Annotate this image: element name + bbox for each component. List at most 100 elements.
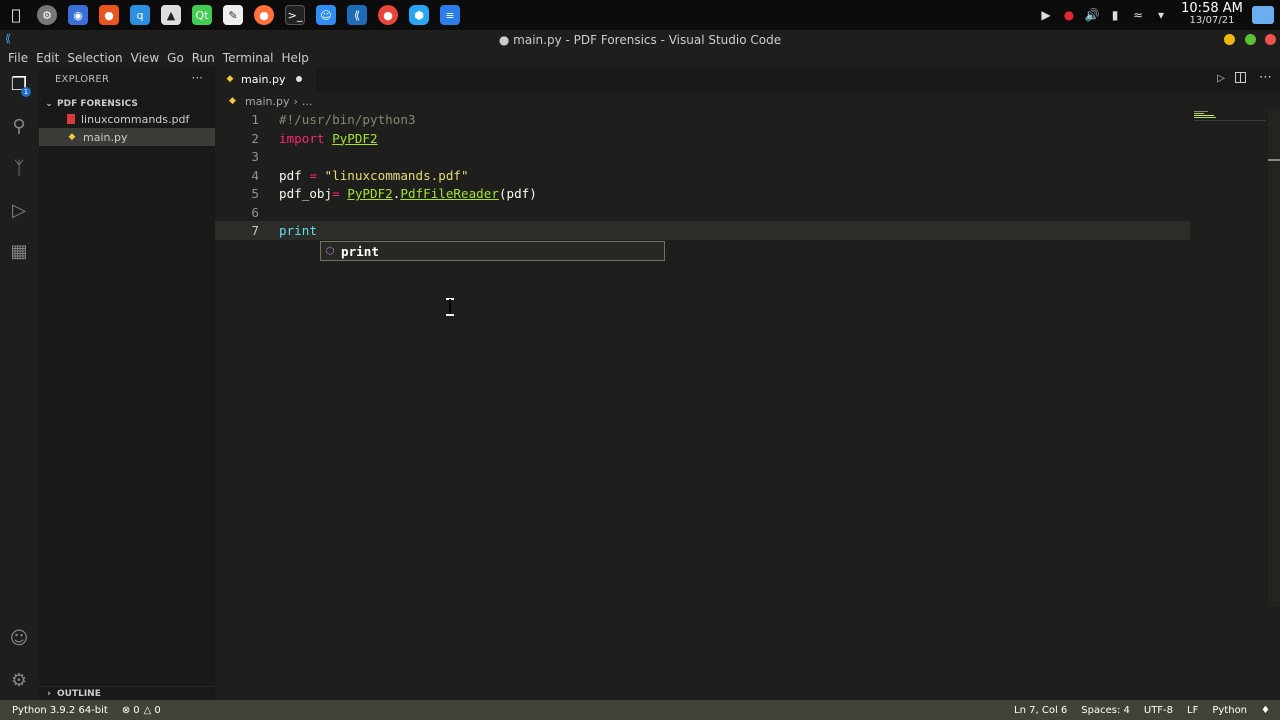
notifications-bell-icon[interactable]: ♦ xyxy=(1261,705,1270,716)
code-token: = xyxy=(309,167,317,183)
python-file-icon: ◆ xyxy=(229,96,236,106)
chevron-down-icon[interactable]: ▾ xyxy=(1153,7,1169,23)
language-mode[interactable]: Python xyxy=(1212,705,1247,716)
line-number: 4 xyxy=(251,167,259,183)
account-icon[interactable]: ☺ xyxy=(8,627,30,649)
battery-icon[interactable]: ▮ xyxy=(1107,7,1123,23)
camera-app-icon[interactable]: ◉ xyxy=(68,5,88,25)
autocomplete-suggestion[interactable]: ⬡ print xyxy=(320,241,665,261)
chrome-icon[interactable]: ● xyxy=(378,5,398,25)
line-text: #!/usr/bin/python3 xyxy=(279,110,415,129)
search-icon[interactable]: ⚲ xyxy=(8,115,30,137)
menu-go[interactable]: Go xyxy=(163,51,188,65)
end-of-line[interactable]: LF xyxy=(1187,705,1198,716)
menu-bar: File Edit Selection View Go Run Terminal… xyxy=(0,49,1280,67)
minimize-button[interactable] xyxy=(1224,34,1235,45)
folder-icon[interactable] xyxy=(1252,6,1274,24)
window-title-bar: ⟪ ● main.py - PDF Forensics - Visual Stu… xyxy=(0,30,1280,49)
ubuntu-software-icon[interactable]: ● xyxy=(99,5,119,25)
tab-main-py[interactable]: ◆ main.py xyxy=(215,67,316,91)
file-name: linuxcommands.pdf xyxy=(81,112,190,126)
explorer-sidebar: EXPLORER ··· ⌄ PDF FORENSICS linuxcomman… xyxy=(39,67,215,700)
os-top-bar:  ⚙ ◉ ● q ▲ Qt ✎ ● >_ ☺ ⟪ ● ⬢ ≡ ▶ ● 🔊 ▮ … xyxy=(0,0,1280,30)
finder-icon[interactable]: ☺ xyxy=(316,5,336,25)
docs-app-icon[interactable]: ≡ xyxy=(440,5,460,25)
menu-terminal[interactable]: Terminal xyxy=(219,51,278,65)
code-line[interactable]: 6 xyxy=(215,203,1190,222)
python-file-icon: ◆ xyxy=(68,132,76,142)
python-interpreter[interactable]: Python 3.9.2 64-bit xyxy=(12,705,108,716)
breadcrumb: ◆ main.py › ... xyxy=(229,94,312,108)
clock-date: 13/07/21 xyxy=(1189,15,1235,26)
menu-file[interactable]: File xyxy=(4,51,32,65)
text-cursor-icon xyxy=(446,298,454,316)
error-count: 0 xyxy=(133,704,140,716)
vscode-dock-icon[interactable]: ⟪ xyxy=(347,5,367,25)
code-line[interactable]: 7 print xyxy=(215,221,1190,240)
inkscape-icon[interactable]: ▲ xyxy=(161,5,181,25)
breadcrumb-file[interactable]: main.py xyxy=(245,95,289,108)
gear-icon[interactable]: ⚙ xyxy=(8,669,30,691)
code-token: "linuxcommands.pdf" xyxy=(324,167,469,183)
qbittorrent-icon[interactable]: q xyxy=(130,5,150,25)
chevron-down-icon: ⌄ xyxy=(45,99,53,109)
system-preferences-icon[interactable]: ⚙ xyxy=(37,5,57,25)
code-line[interactable]: 1 #!/usr/bin/python3 xyxy=(215,110,1190,129)
code-line[interactable]: 3 xyxy=(215,147,1190,166)
firefox-icon[interactable]: ● xyxy=(254,5,274,25)
vertical-scrollbar[interactable] xyxy=(1268,110,1280,607)
close-button[interactable] xyxy=(1265,34,1276,45)
shape-app-icon[interactable]: ⬢ xyxy=(409,5,429,25)
indentation[interactable]: Spaces: 4 xyxy=(1081,705,1130,716)
code-line[interactable]: 4 pdf = "linuxcommands.pdf" xyxy=(215,166,1190,185)
terminal-icon[interactable]: >_ xyxy=(285,5,305,25)
volume-icon[interactable]: 🔊 xyxy=(1084,7,1100,23)
cursor-position[interactable]: Ln 7, Col 6 xyxy=(1014,705,1067,716)
split-editor-icon[interactable] xyxy=(1235,72,1246,83)
chevron-right-icon: › xyxy=(47,688,51,699)
media-play-icon[interactable]: ▶ xyxy=(1038,7,1054,23)
minimap[interactable] xyxy=(1194,110,1266,120)
menu-run[interactable]: Run xyxy=(188,51,219,65)
symbol-cube-icon: ⬡ xyxy=(325,245,335,257)
menu-selection[interactable]: Selection xyxy=(63,51,126,65)
status-bar: Python 3.9.2 64-bit ⊗ 0 △ 0 Ln 7, Col 6 … xyxy=(0,700,1280,720)
clock[interactable]: 10:58 AM 13/07/21 xyxy=(1180,2,1244,27)
extensions-icon[interactable]: ▦ xyxy=(8,240,30,262)
outline-label: OUTLINE xyxy=(57,688,101,699)
menu-help[interactable]: Help xyxy=(278,51,313,65)
breadcrumb-more[interactable]: ... xyxy=(302,95,313,108)
wifi-icon[interactable]: ≈ xyxy=(1130,7,1146,23)
code-token: = xyxy=(332,186,340,201)
run-file-icon[interactable]: ▷ xyxy=(1217,73,1225,84)
code-line[interactable]: 5 pdf_obj= PyPDF2.PdfFileReader(pdf) xyxy=(215,184,1190,203)
apple-icon[interactable]:  xyxy=(6,5,26,25)
menu-view[interactable]: View xyxy=(127,51,163,65)
pdf-file-icon xyxy=(67,114,75,124)
menu-edit[interactable]: Edit xyxy=(32,51,63,65)
vscode-logo-icon: ⟪ xyxy=(5,32,12,45)
run-debug-icon[interactable]: ▷ xyxy=(8,199,30,221)
editor-more-icon[interactable]: ⋯ xyxy=(1259,70,1272,85)
problems-indicator[interactable]: ⊗ 0 △ 0 xyxy=(122,705,161,716)
text-editor-icon[interactable]: ✎ xyxy=(223,5,243,25)
line-text: pdf = "linuxcommands.pdf" xyxy=(279,166,469,185)
record-icon[interactable]: ● xyxy=(1061,7,1077,23)
scrollbar-thumb[interactable] xyxy=(1268,159,1280,161)
source-control-icon[interactable]: ᛉ xyxy=(8,157,30,179)
maximize-button[interactable] xyxy=(1245,34,1256,45)
file-linuxcommands-pdf[interactable]: linuxcommands.pdf xyxy=(39,110,215,128)
editor-tabs: ◆ main.py ▷ ⋯ xyxy=(215,67,1280,91)
outline-section[interactable]: › OUTLINE xyxy=(39,686,215,700)
window-title: ● main.py - PDF Forensics - Visual Studi… xyxy=(498,32,782,47)
code-line[interactable]: 2 import PyPDF2 xyxy=(215,129,1190,148)
line-number: 5 xyxy=(251,186,259,201)
unsaved-dot-icon[interactable] xyxy=(296,76,302,82)
more-actions-icon[interactable]: ··· xyxy=(192,71,203,85)
qt-creator-icon[interactable]: Qt xyxy=(192,5,212,25)
file-name: main.py xyxy=(83,130,128,144)
code-token: PdfFileReader xyxy=(400,186,499,201)
encoding[interactable]: UTF-8 xyxy=(1144,705,1173,716)
file-main-py[interactable]: ◆ main.py xyxy=(39,128,215,146)
